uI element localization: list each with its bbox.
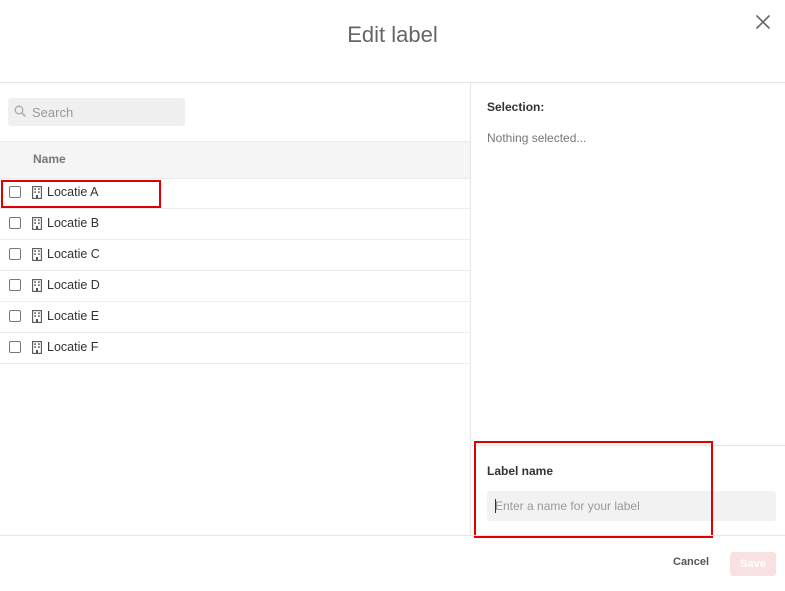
- row-label: Locatie E: [47, 309, 100, 323]
- dialog-title: Edit label: [347, 22, 438, 47]
- dialog-header: Edit label: [0, 0, 785, 83]
- table-header: Name: [0, 141, 470, 179]
- row-label: Locatie F: [47, 340, 99, 354]
- building-icon: [32, 310, 42, 323]
- table-row[interactable]: Locatie C: [0, 240, 470, 271]
- search-icon: [14, 105, 26, 117]
- row-label: Locatie D: [47, 278, 100, 292]
- building-icon: [32, 248, 42, 261]
- search-box[interactable]: [8, 98, 185, 126]
- building-icon: [32, 341, 42, 354]
- row-label: Locatie B: [47, 216, 100, 230]
- table-row[interactable]: Locatie F: [0, 333, 470, 364]
- close-icon[interactable]: [753, 12, 773, 32]
- building-icon: [32, 279, 42, 292]
- cancel-button[interactable]: Cancel: [673, 556, 709, 568]
- highlight-box-row-a: [1, 180, 161, 208]
- dialog-footer: Cancel Save: [0, 535, 785, 591]
- highlight-box-label-name: [474, 441, 713, 538]
- table-row[interactable]: Locatie D: [0, 271, 470, 302]
- location-list-panel: Name Locatie A Locatie B Locatie C Locat…: [0, 83, 471, 535]
- row-checkbox[interactable]: [9, 310, 21, 322]
- selection-empty-text: Nothing selected...: [487, 131, 587, 145]
- row-checkbox[interactable]: [9, 341, 21, 353]
- row-label: Locatie C: [47, 247, 100, 261]
- row-checkbox[interactable]: [9, 217, 21, 229]
- search-input[interactable]: [32, 98, 180, 126]
- building-icon: [32, 217, 42, 230]
- row-checkbox[interactable]: [9, 279, 21, 291]
- table-row[interactable]: Locatie B: [0, 209, 470, 240]
- selection-title: Selection:: [487, 100, 545, 114]
- row-checkbox[interactable]: [9, 248, 21, 260]
- table-row[interactable]: Locatie E: [0, 302, 470, 333]
- column-header-name: Name: [33, 152, 66, 166]
- save-button[interactable]: Save: [730, 552, 776, 576]
